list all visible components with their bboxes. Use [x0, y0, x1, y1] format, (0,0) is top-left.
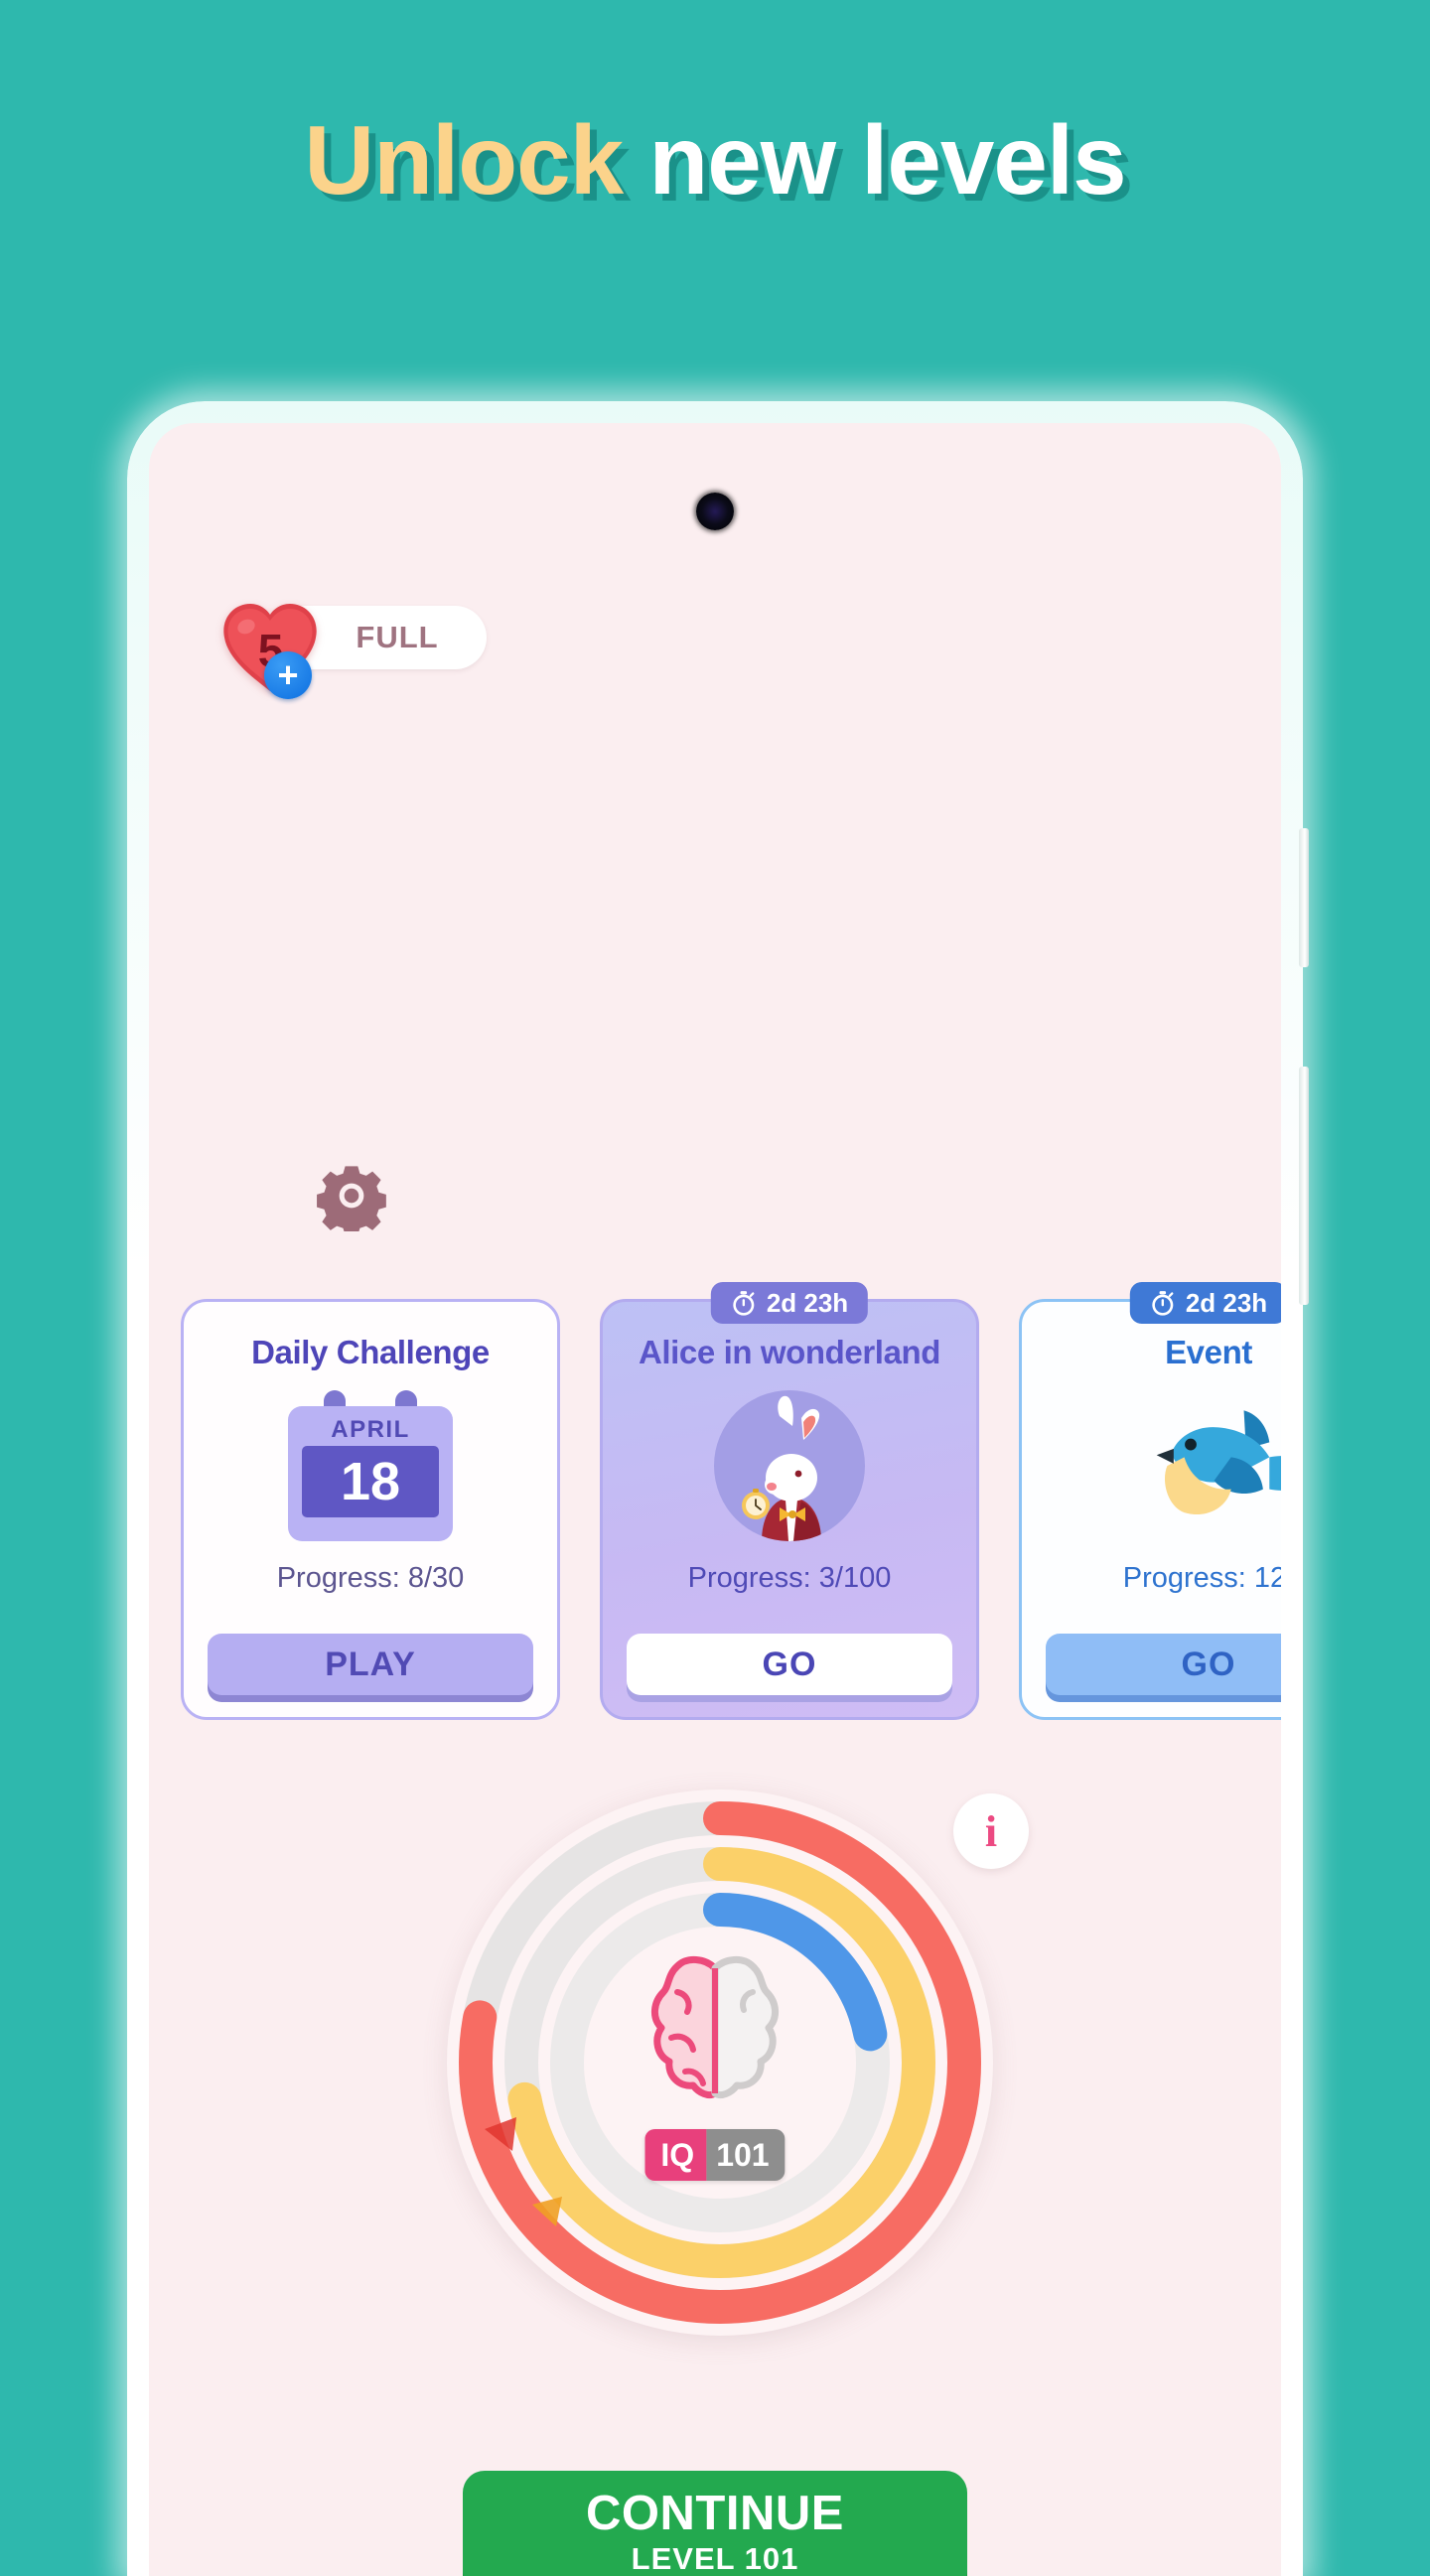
go-button[interactable]: GO [627, 1634, 952, 1695]
iq-badge-value: 101 [706, 2129, 786, 2181]
lives-status-label: FULL [356, 620, 439, 654]
phone-volume-button[interactable] [1299, 828, 1309, 967]
calendar-icon: APRIL 18 [184, 1371, 557, 1560]
card-progress-label: Progress: 3/100 [687, 1562, 892, 1594]
card-title: Event [1165, 1334, 1252, 1370]
play-button[interactable]: PLAY [208, 1634, 533, 1695]
feature-cards-row[interactable]: Daily Challenge APRIL 18 Progress: 8/30 … [149, 1279, 1281, 1720]
add-lives-button[interactable]: + [264, 651, 312, 699]
card-title: Alice in wonderland [638, 1334, 941, 1370]
card-title: Daily Challenge [251, 1334, 490, 1370]
card-timer-text: 2d 23h [1185, 1287, 1268, 1318]
card-daily-challenge[interactable]: Daily Challenge APRIL 18 Progress: 8/30 … [181, 1299, 560, 1720]
continue-secondary-label: LEVEL 101 [631, 2541, 799, 2576]
rabbit-icon [603, 1371, 976, 1560]
card-timer-text: 2d 23h [766, 1287, 849, 1318]
card-alice-in-wonderland[interactable]: 2d 23h Alice in wonderland Progress: 3/1… [600, 1282, 979, 1720]
card-timer-badge: 2d 23h [1129, 1282, 1281, 1324]
continue-primary-label: CONTINUE [586, 2487, 844, 2540]
continue-button[interactable]: CONTINUE LEVEL 101 [463, 2471, 967, 2576]
iq-score-badge: IQ 101 [644, 2129, 786, 2181]
card-event[interactable]: 2d 23h Event Progress: 12/ GO [1019, 1282, 1281, 1720]
bird-icon [1022, 1371, 1281, 1560]
calendar-month: APRIL [331, 1416, 410, 1443]
iq-badge-prefix: IQ [644, 2129, 707, 2181]
headline-part-2: new levels [648, 105, 1126, 215]
card-progress-label: Progress: 8/30 [276, 1562, 465, 1594]
iq-progress-widget[interactable]: IQ 101 i [437, 1780, 1029, 2346]
gear-icon[interactable] [316, 1160, 387, 1231]
calendar-day: 18 [302, 1446, 439, 1517]
info-button[interactable]: i [953, 1793, 1029, 1869]
phone-power-button[interactable] [1299, 1067, 1309, 1305]
front-camera-icon [696, 493, 734, 530]
brain-icon [651, 1956, 779, 2099]
card-progress-label: Progress: 12/ [1122, 1562, 1281, 1594]
phone-screen: FULL 5 + Daily Challenge APRIL 18 Progre… [149, 423, 1281, 2576]
lives-indicator[interactable]: FULL 5 + [218, 600, 487, 699]
stopwatch-icon [733, 1291, 755, 1316]
phone-mockup: FULL 5 + Daily Challenge APRIL 18 Progre… [127, 401, 1309, 2576]
headline-part-1: Unlock [304, 105, 624, 215]
go-button[interactable]: GO [1046, 1634, 1281, 1695]
stopwatch-icon [1152, 1291, 1174, 1316]
card-timer-badge: 2d 23h [710, 1282, 869, 1324]
promo-headline: Unlock new levels [0, 111, 1430, 209]
